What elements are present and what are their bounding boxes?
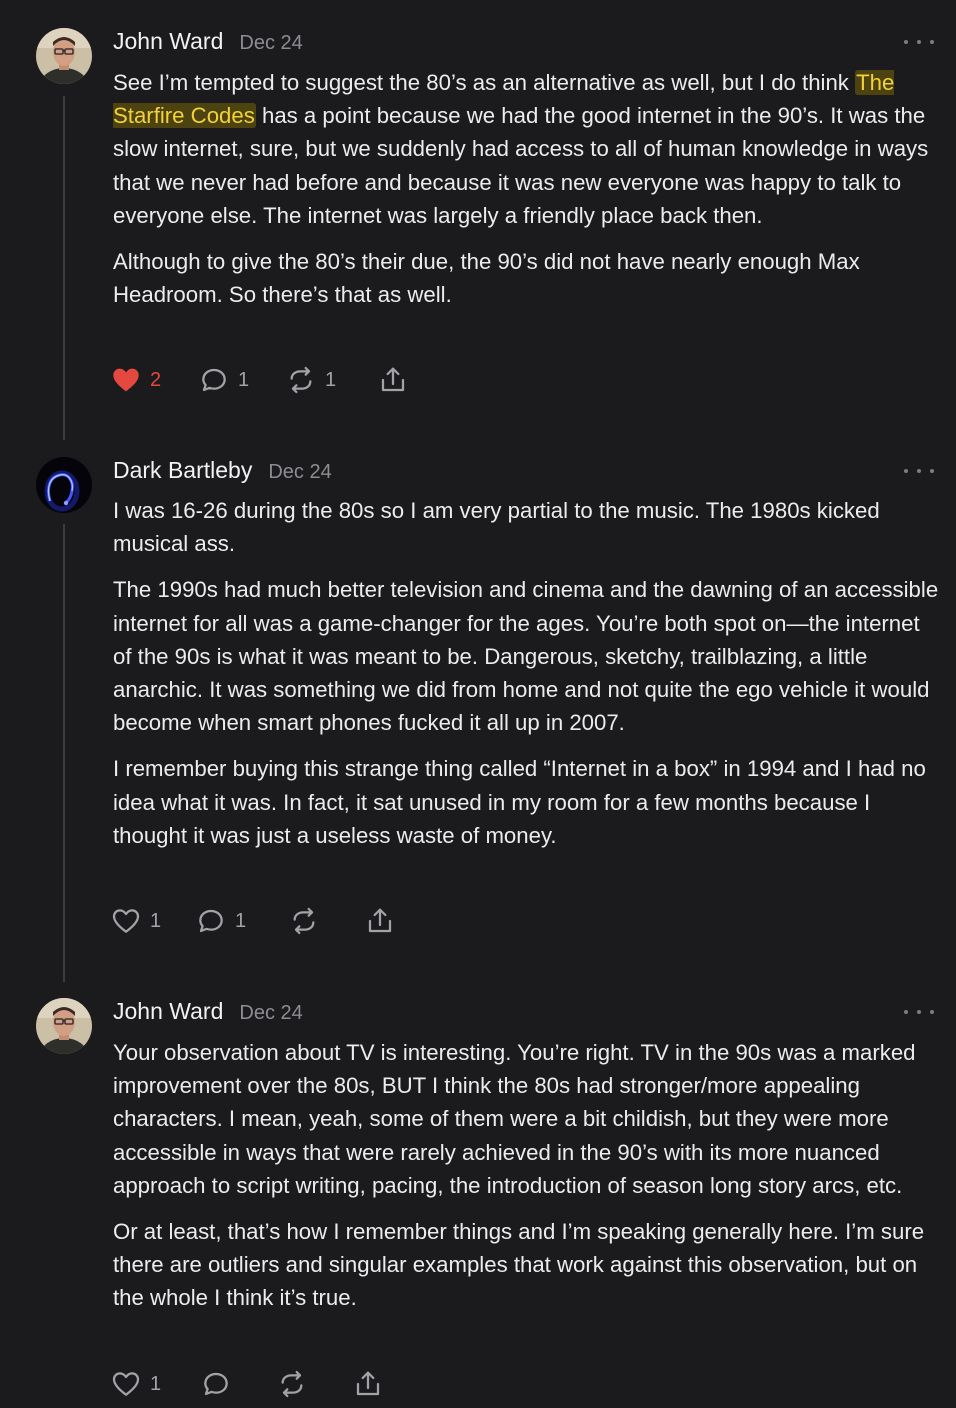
restack-icon <box>293 907 315 935</box>
comment-bubble-icon <box>199 909 223 933</box>
more-options-icon[interactable] <box>904 1002 934 1022</box>
like-count: 2 <box>150 368 162 391</box>
share-icon <box>381 367 405 392</box>
comment-header: Dark Bartleby Dec 24 <box>113 457 332 491</box>
comment-paragraph: Or at least, that’s how I remember thing… <box>113 1219 925 1311</box>
like-button[interactable]: 2 <box>110 364 161 396</box>
comment-header: John Ward Dec 24 <box>113 28 303 62</box>
comment-bubble-icon <box>204 1372 228 1396</box>
comment-bubble-icon <box>202 368 226 392</box>
avatar[interactable] <box>36 998 92 1054</box>
restack-button[interactable]: 1 <box>285 364 336 396</box>
restack-count: 1 <box>325 368 337 391</box>
avatar[interactable] <box>36 457 92 513</box>
like-button[interactable]: 1 <box>110 1368 161 1400</box>
like-count: 1 <box>150 1372 162 1395</box>
comment-date[interactable]: Dec 24 <box>268 461 331 484</box>
john-ward-avatar-image <box>36 998 92 1054</box>
more-options-icon[interactable] <box>904 461 934 481</box>
heart-icon <box>112 909 140 933</box>
comment-header: John Ward Dec 24 <box>113 998 303 1032</box>
reply-count: 1 <box>238 368 250 391</box>
comment-paragraph: See I’m tempted to suggest the 80’s as a… <box>113 70 929 228</box>
thread-line <box>63 524 65 982</box>
comment-body: I was 16-26 during the 80s so I am very … <box>113 494 943 865</box>
john-ward-avatar-image <box>36 28 92 84</box>
comment-paragraph: The 1990s had much better television and… <box>113 577 939 736</box>
restack-button[interactable] <box>276 1368 316 1400</box>
share-button[interactable] <box>377 364 409 396</box>
like-count: 1 <box>150 909 162 932</box>
share-icon <box>368 908 392 933</box>
comment-date[interactable]: Dec 24 <box>239 32 302 55</box>
comment-paragraph: Although to give the 80’s their due, the… <box>113 249 860 308</box>
comment-date[interactable]: Dec 24 <box>239 1002 302 1025</box>
share-button[interactable] <box>364 905 396 937</box>
reply-button[interactable]: 1 <box>195 905 246 937</box>
thread-line <box>63 96 65 440</box>
restack-icon <box>281 1370 303 1398</box>
heart-icon <box>113 368 139 392</box>
comment-body: Your observation about TV is interesting… <box>113 1036 943 1328</box>
comment-paragraph: I remember buying this strange thing cal… <box>113 756 926 848</box>
author-name[interactable]: John Ward <box>113 28 223 55</box>
reply-button[interactable]: 1 <box>198 364 249 396</box>
share-icon <box>356 1371 380 1396</box>
heart-icon <box>112 1372 140 1396</box>
reply-count: 1 <box>235 909 247 932</box>
author-name[interactable]: John Ward <box>113 998 223 1025</box>
author-name[interactable]: Dark Bartleby <box>113 457 252 484</box>
reply-button[interactable] <box>200 1368 240 1400</box>
comment-paragraph: I was 16-26 during the 80s so I am very … <box>113 498 880 557</box>
dark-bartleby-avatar-image <box>36 457 92 513</box>
more-options-icon[interactable] <box>904 32 934 52</box>
share-button[interactable] <box>352 1368 384 1400</box>
comment-paragraph: Your observation about TV is interesting… <box>113 1040 916 1198</box>
like-button[interactable]: 1 <box>110 905 161 937</box>
avatar[interactable] <box>36 28 92 84</box>
comment-body: See I’m tempted to suggest the 80’s as a… <box>113 66 943 324</box>
restack-icon <box>290 366 312 394</box>
restack-button[interactable] <box>288 905 328 937</box>
